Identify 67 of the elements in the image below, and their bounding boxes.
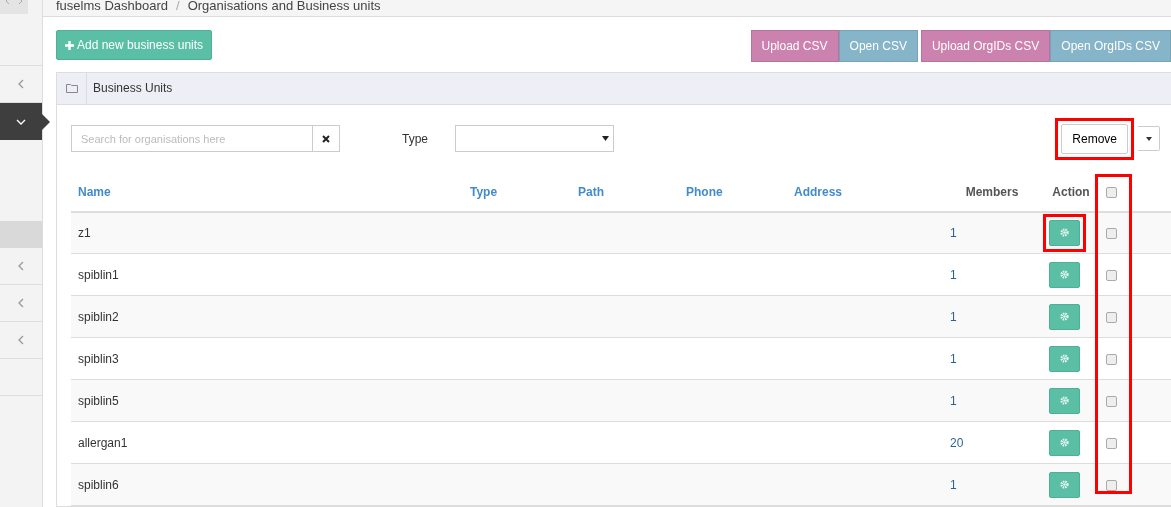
table-cell: spiblin5 [71,379,463,422]
panel-title: Business Units [93,80,173,97]
checkbox[interactable] [1106,395,1117,407]
settings-button[interactable] [1049,345,1080,372]
chevron-left-icon [16,298,26,308]
caret-icon [602,136,609,141]
column-header[interactable]: Name [71,173,463,212]
gear-icon [1059,311,1070,322]
checkbox[interactable] [1106,228,1117,240]
checkbox[interactable] [1106,353,1117,365]
checkbox[interactable] [1106,479,1117,491]
column-header[interactable]: Address [787,173,942,212]
table-cell: 1 [942,379,1042,422]
breadcrumb-item[interactable]: fuselms Dashboard [56,0,168,16]
open-button[interactable]: Open OrgIDs CSV [1050,29,1171,62]
checkbox[interactable] [1106,437,1117,449]
column-header: Members [942,173,1042,212]
settings-button[interactable] [1049,219,1080,246]
table-cell: spiblin1 [71,253,463,296]
settings-button[interactable] [1049,387,1080,414]
settings-button[interactable] [1049,261,1080,288]
close-icon [322,134,330,143]
upload-button[interactable]: Upload CSV [750,29,839,62]
table-cell: 1 [942,253,1042,296]
table-cell: 1 [942,211,1042,254]
gear-icon [1059,437,1070,448]
gear-icon [1059,227,1070,239]
open-button[interactable]: Open CSV [838,29,918,62]
breadcrumb-separator: / [176,0,180,15]
caret-icon [1145,136,1152,141]
table-cell: 1 [942,463,1042,506]
gear-icon [1059,353,1070,364]
table-cell: spiblin3 [71,337,463,380]
type-label: Type [402,130,428,148]
checkbox[interactable] [1106,187,1117,199]
breadcrumb-item: Organisations and Business units [187,0,381,15]
chevron-left-icon [16,335,26,345]
table-cell: z1 [71,211,463,254]
dropdown-toggle[interactable] [1138,126,1160,151]
settings-button[interactable] [1049,471,1080,498]
gear-icon [1059,395,1070,406]
add-business-unit-button[interactable]: Add new business units [56,29,213,60]
upload-button[interactable]: Upload OrgIDs CSV [920,29,1051,62]
chevron-left-icon [16,261,26,271]
column-header[interactable]: Phone [679,173,787,212]
table-cell: 1 [942,337,1042,380]
column-header: Action [1042,173,1100,212]
type-select[interactable] [455,125,614,152]
table-cell: 20 [942,421,1042,464]
table-cell: allergan1 [71,421,463,464]
column-header[interactable]: Path [571,173,679,212]
table-cell: 1 [942,295,1042,338]
table-cell: spiblin6 [71,463,463,506]
gear-icon [1059,479,1070,490]
clear-button[interactable] [313,125,340,152]
chevron-left-icon [16,79,26,89]
table-cell: spiblin2 [71,295,463,338]
checkbox[interactable] [1106,311,1117,323]
folder-icon [65,83,78,93]
settings-button[interactable] [1049,429,1080,456]
gear-icon [1059,269,1070,280]
remove-button[interactable]: Remove [1061,123,1128,154]
checkbox[interactable] [1106,269,1117,281]
plus-icon [65,40,74,50]
column-header[interactable]: Type [463,173,571,212]
settings-button[interactable] [1049,303,1080,330]
search-field[interactable]: Search for organisations here [71,125,313,152]
